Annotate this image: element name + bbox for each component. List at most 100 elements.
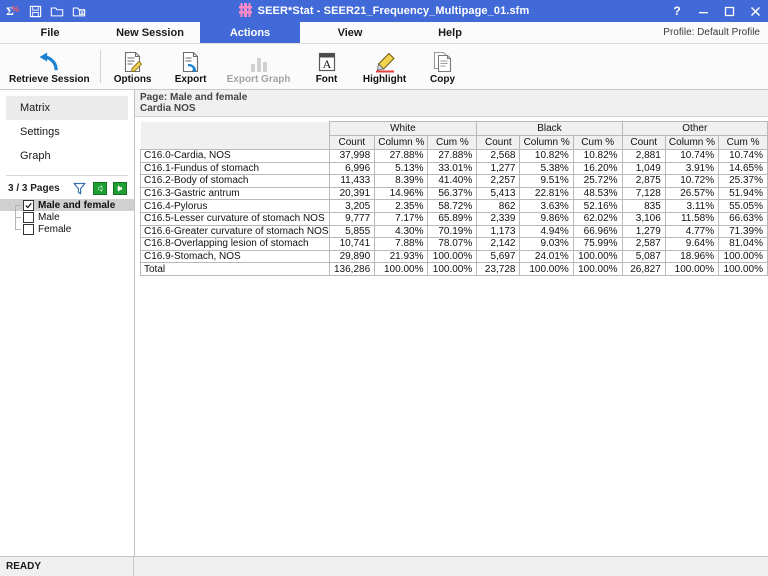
minimize-icon[interactable] — [696, 6, 710, 17]
table-cell: 20,391 — [329, 187, 375, 200]
sidebar-item-matrix[interactable]: Matrix — [6, 96, 128, 120]
menu-item-new-session[interactable]: New Session — [100, 22, 200, 43]
application-window: Σ % — [0, 0, 768, 576]
menu-item-view[interactable]: View — [300, 22, 400, 43]
table-cell: 51.94% — [719, 187, 768, 200]
ribbon-separator — [100, 50, 101, 83]
table-cell: 5,855 — [329, 225, 375, 238]
table-row[interactable]: C16.1-Fundus of stomach6,9965.13%33.01%1… — [141, 162, 768, 175]
page-item-male-and-female[interactable]: Male and female — [0, 199, 134, 211]
row-label: C16.6-Greater curvature of stomach NOS — [141, 225, 330, 238]
table-cell: 3,205 — [329, 200, 375, 213]
page-checkbox[interactable] — [23, 200, 34, 211]
table-cell: 10.82% — [573, 150, 622, 163]
table-cell: 9,777 — [329, 212, 375, 225]
page-header-line2: Cardia NOS — [140, 103, 768, 114]
table-cell: 26,827 — [622, 263, 665, 276]
table-cell: 55.05% — [719, 200, 768, 213]
column-group-other[interactable]: Other — [622, 122, 767, 136]
table-cell: 22.81% — [520, 187, 573, 200]
col-other-count[interactable]: Count — [622, 136, 665, 150]
pages-tree: Male and female Male Female — [0, 199, 134, 235]
previous-page-arrow-icon[interactable] — [92, 181, 107, 196]
table-cell: 23,728 — [477, 263, 520, 276]
table-row[interactable]: C16.3-Gastric antrum20,39114.96%56.37%5,… — [141, 187, 768, 200]
seerstat-logo-icon[interactable]: Σ % — [4, 2, 22, 20]
page-item-female[interactable]: Female — [0, 223, 134, 235]
title-center-group: SEER*Stat - SEER21_Frequency_Multipage_0… — [0, 0, 768, 22]
options-label: Options — [114, 74, 152, 85]
table-cell: 2,142 — [477, 238, 520, 251]
export-label: Export — [175, 74, 207, 85]
next-page-arrow-icon[interactable] — [112, 181, 127, 196]
sidebar-item-settings[interactable]: Settings — [6, 120, 128, 144]
table-cell: 1,277 — [477, 162, 520, 175]
table-cell: 26.57% — [665, 187, 718, 200]
window-controls: ? — [670, 0, 768, 22]
matrix-scroll-area[interactable]: White Black Other Count Column % Cum % C… — [135, 117, 768, 556]
table-cell: 10.82% — [520, 150, 573, 163]
col-other-column-pct[interactable]: Column % — [665, 136, 718, 150]
copy-label: Copy — [430, 74, 455, 85]
open-matrix-icon[interactable] — [70, 2, 88, 20]
save-icon[interactable] — [26, 2, 44, 20]
page-item-male[interactable]: Male — [0, 211, 134, 223]
menu-item-help[interactable]: Help — [400, 22, 500, 43]
table-cell: 862 — [477, 200, 520, 213]
col-white-count[interactable]: Count — [329, 136, 375, 150]
table-cell: 2,587 — [622, 238, 665, 251]
column-group-black[interactable]: Black — [477, 122, 622, 136]
options-button[interactable]: Options — [104, 44, 162, 89]
table-cell: 14.65% — [719, 162, 768, 175]
open-folder-icon[interactable] — [48, 2, 66, 20]
window-title: SEER*Stat - SEER21_Frequency_Multipage_0… — [258, 5, 530, 17]
col-black-cum-pct[interactable]: Cum % — [573, 136, 622, 150]
column-group-white[interactable]: White — [329, 122, 477, 136]
row-label: C16.0-Cardia, NOS — [141, 150, 330, 163]
table-row[interactable]: C16.0-Cardia, NOS37,99827.88%27.88%2,568… — [141, 150, 768, 163]
menu-item-file[interactable]: File — [0, 22, 100, 43]
table-cell: 10,741 — [329, 238, 375, 251]
col-black-column-pct[interactable]: Column % — [520, 136, 573, 150]
col-other-cum-pct[interactable]: Cum % — [719, 136, 768, 150]
col-white-cum-pct[interactable]: Cum % — [428, 136, 477, 150]
page-checkbox[interactable] — [23, 224, 34, 235]
table-cell: 71.39% — [719, 225, 768, 238]
help-button[interactable]: ? — [670, 5, 684, 17]
filter-funnel-icon[interactable] — [72, 181, 87, 196]
table-row[interactable]: C16.2-Body of stomach11,4338.39%41.40%2,… — [141, 175, 768, 188]
table-cell: 100.00% — [428, 250, 477, 263]
table-cell: 2,875 — [622, 175, 665, 188]
font-button[interactable]: A Font — [298, 44, 356, 89]
row-label: Total — [141, 263, 330, 276]
retrieve-session-button[interactable]: Retrieve Session — [2, 44, 97, 89]
page-item-label: Male — [38, 212, 60, 223]
matrix-corner-cell — [141, 122, 330, 150]
col-black-count[interactable]: Count — [477, 136, 520, 150]
matrix-head: White Black Other Count Column % Cum % C… — [141, 122, 768, 150]
copy-button[interactable]: Copy — [414, 44, 472, 89]
table-cell: 100.00% — [428, 263, 477, 276]
table-row[interactable]: Total136,286100.00%100.00%23,728100.00%1… — [141, 263, 768, 276]
row-label: C16.2-Body of stomach — [141, 175, 330, 188]
table-cell: 9.64% — [665, 238, 718, 251]
maximize-icon[interactable] — [722, 6, 736, 17]
table-row[interactable]: C16.6-Greater curvature of stomach NOS5,… — [141, 225, 768, 238]
pages-toolbar: 3 / 3 Pages — [0, 180, 134, 199]
table-row[interactable]: C16.5-Lesser curvature of stomach NOS9,7… — [141, 212, 768, 225]
pages-count-label: 3 / 3 Pages — [8, 183, 60, 194]
export-button[interactable]: Export — [162, 44, 220, 89]
close-icon[interactable] — [748, 6, 762, 17]
col-white-column-pct[interactable]: Column % — [375, 136, 428, 150]
table-row[interactable]: C16.4-Pylorus3,2052.35%58.72%8623.63%52.… — [141, 200, 768, 213]
table-row[interactable]: C16.9-Stomach, NOS29,89021.93%100.00%5,6… — [141, 250, 768, 263]
status-text: READY — [0, 557, 134, 576]
highlight-button[interactable]: Highlight — [356, 44, 414, 89]
table-row[interactable]: C16.8-Overlapping lesion of stomach10,74… — [141, 238, 768, 251]
page-checkbox[interactable] — [23, 212, 34, 223]
tree-stem — [7, 223, 23, 235]
sidebar-item-graph[interactable]: Graph — [6, 144, 128, 168]
table-cell: 5,413 — [477, 187, 520, 200]
table-cell: 78.07% — [428, 238, 477, 251]
menu-item-actions[interactable]: Actions — [200, 22, 300, 43]
